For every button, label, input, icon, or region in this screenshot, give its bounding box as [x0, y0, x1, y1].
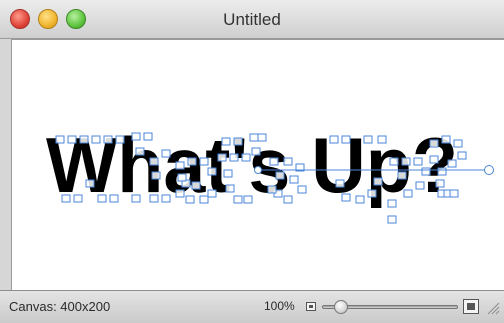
- control-point[interactable]: [207, 167, 217, 176]
- control-point[interactable]: [61, 194, 71, 203]
- control-point[interactable]: [135, 147, 145, 156]
- control-point[interactable]: [221, 137, 231, 146]
- control-point[interactable]: [289, 175, 299, 184]
- zoom-slider[interactable]: [322, 300, 458, 314]
- control-point[interactable]: [109, 194, 119, 203]
- control-point[interactable]: [267, 185, 277, 194]
- resize-grip-icon[interactable]: [486, 301, 500, 315]
- control-point[interactable]: [191, 181, 201, 190]
- control-point[interactable]: [217, 153, 227, 162]
- control-point[interactable]: [387, 199, 397, 208]
- control-point[interactable]: [85, 179, 95, 188]
- control-point[interactable]: [453, 139, 463, 148]
- control-point[interactable]: [329, 135, 339, 144]
- control-point[interactable]: [449, 189, 459, 198]
- control-point[interactable]: [401, 157, 411, 166]
- control-point[interactable]: [177, 173, 187, 182]
- control-point[interactable]: [397, 171, 407, 180]
- drawing-canvas[interactable]: What's Up?: [11, 39, 504, 290]
- control-point[interactable]: [413, 157, 423, 166]
- control-point[interactable]: [131, 132, 141, 141]
- control-point[interactable]: [275, 171, 285, 180]
- canvas-drawing[interactable]: What's Up?: [12, 40, 504, 290]
- zoom-slider-knob[interactable]: [334, 300, 348, 314]
- tangent-handle-left[interactable]: [254, 166, 262, 174]
- control-point[interactable]: [91, 135, 101, 144]
- control-point[interactable]: [103, 135, 113, 144]
- control-point[interactable]: [415, 181, 425, 190]
- control-point[interactable]: [403, 189, 413, 198]
- control-point[interactable]: [377, 135, 387, 144]
- control-point[interactable]: [55, 135, 65, 144]
- control-point[interactable]: [387, 215, 397, 224]
- title-bar[interactable]: Untitled: [0, 0, 504, 39]
- tangent-handle-right[interactable]: [484, 165, 494, 175]
- control-point[interactable]: [389, 157, 399, 166]
- control-point[interactable]: [373, 177, 383, 186]
- control-point[interactable]: [97, 194, 107, 203]
- control-point[interactable]: [185, 195, 195, 204]
- control-point[interactable]: [441, 135, 451, 144]
- canvas-size-label: Canvas: 400x200: [9, 299, 111, 314]
- control-point[interactable]: [223, 169, 233, 178]
- control-point[interactable]: [257, 133, 267, 142]
- control-point[interactable]: [199, 157, 209, 166]
- control-point[interactable]: [131, 194, 141, 203]
- control-point[interactable]: [283, 157, 293, 166]
- control-point[interactable]: [297, 185, 307, 194]
- control-point[interactable]: [341, 135, 351, 144]
- control-point[interactable]: [421, 167, 431, 176]
- status-bar: Canvas: 400x200 100%: [0, 290, 504, 323]
- control-point[interactable]: [435, 179, 445, 188]
- control-point[interactable]: [233, 137, 243, 146]
- control-point[interactable]: [143, 132, 153, 141]
- control-point[interactable]: [335, 179, 345, 188]
- control-point[interactable]: [269, 157, 279, 166]
- control-point[interactable]: [355, 195, 365, 204]
- control-point[interactable]: [243, 195, 253, 204]
- control-point[interactable]: [161, 194, 171, 203]
- control-point[interactable]: [251, 147, 261, 156]
- control-point[interactable]: [199, 195, 209, 204]
- control-point[interactable]: [429, 155, 439, 164]
- app-window: Untitled What's Up? Canvas: 400x200 100%: [0, 0, 504, 323]
- control-point[interactable]: [161, 149, 171, 158]
- control-point[interactable]: [175, 189, 185, 198]
- control-point[interactable]: [67, 135, 77, 144]
- control-point[interactable]: [225, 184, 235, 193]
- control-point[interactable]: [367, 189, 377, 198]
- control-point[interactable]: [283, 195, 293, 204]
- control-point[interactable]: [341, 193, 351, 202]
- control-point[interactable]: [207, 189, 217, 198]
- control-point[interactable]: [241, 153, 251, 162]
- control-point[interactable]: [175, 161, 185, 170]
- control-point[interactable]: [249, 133, 259, 142]
- control-point[interactable]: [437, 167, 447, 176]
- control-point[interactable]: [457, 151, 467, 160]
- control-point[interactable]: [79, 135, 89, 144]
- control-point[interactable]: [149, 157, 159, 166]
- control-point[interactable]: [73, 194, 83, 203]
- window-title: Untitled: [223, 10, 281, 29]
- zoom-level-label: 100%: [264, 299, 295, 313]
- control-point[interactable]: [151, 171, 161, 180]
- control-point[interactable]: [187, 157, 197, 166]
- control-point[interactable]: [229, 153, 239, 162]
- control-point[interactable]: [363, 135, 373, 144]
- zoom-out-icon[interactable]: [306, 302, 316, 311]
- control-point[interactable]: [233, 195, 243, 204]
- control-point[interactable]: [429, 139, 439, 148]
- zoom-in-icon[interactable]: [463, 299, 479, 314]
- control-point[interactable]: [115, 135, 125, 144]
- control-point[interactable]: [149, 194, 159, 203]
- control-point[interactable]: [447, 159, 457, 168]
